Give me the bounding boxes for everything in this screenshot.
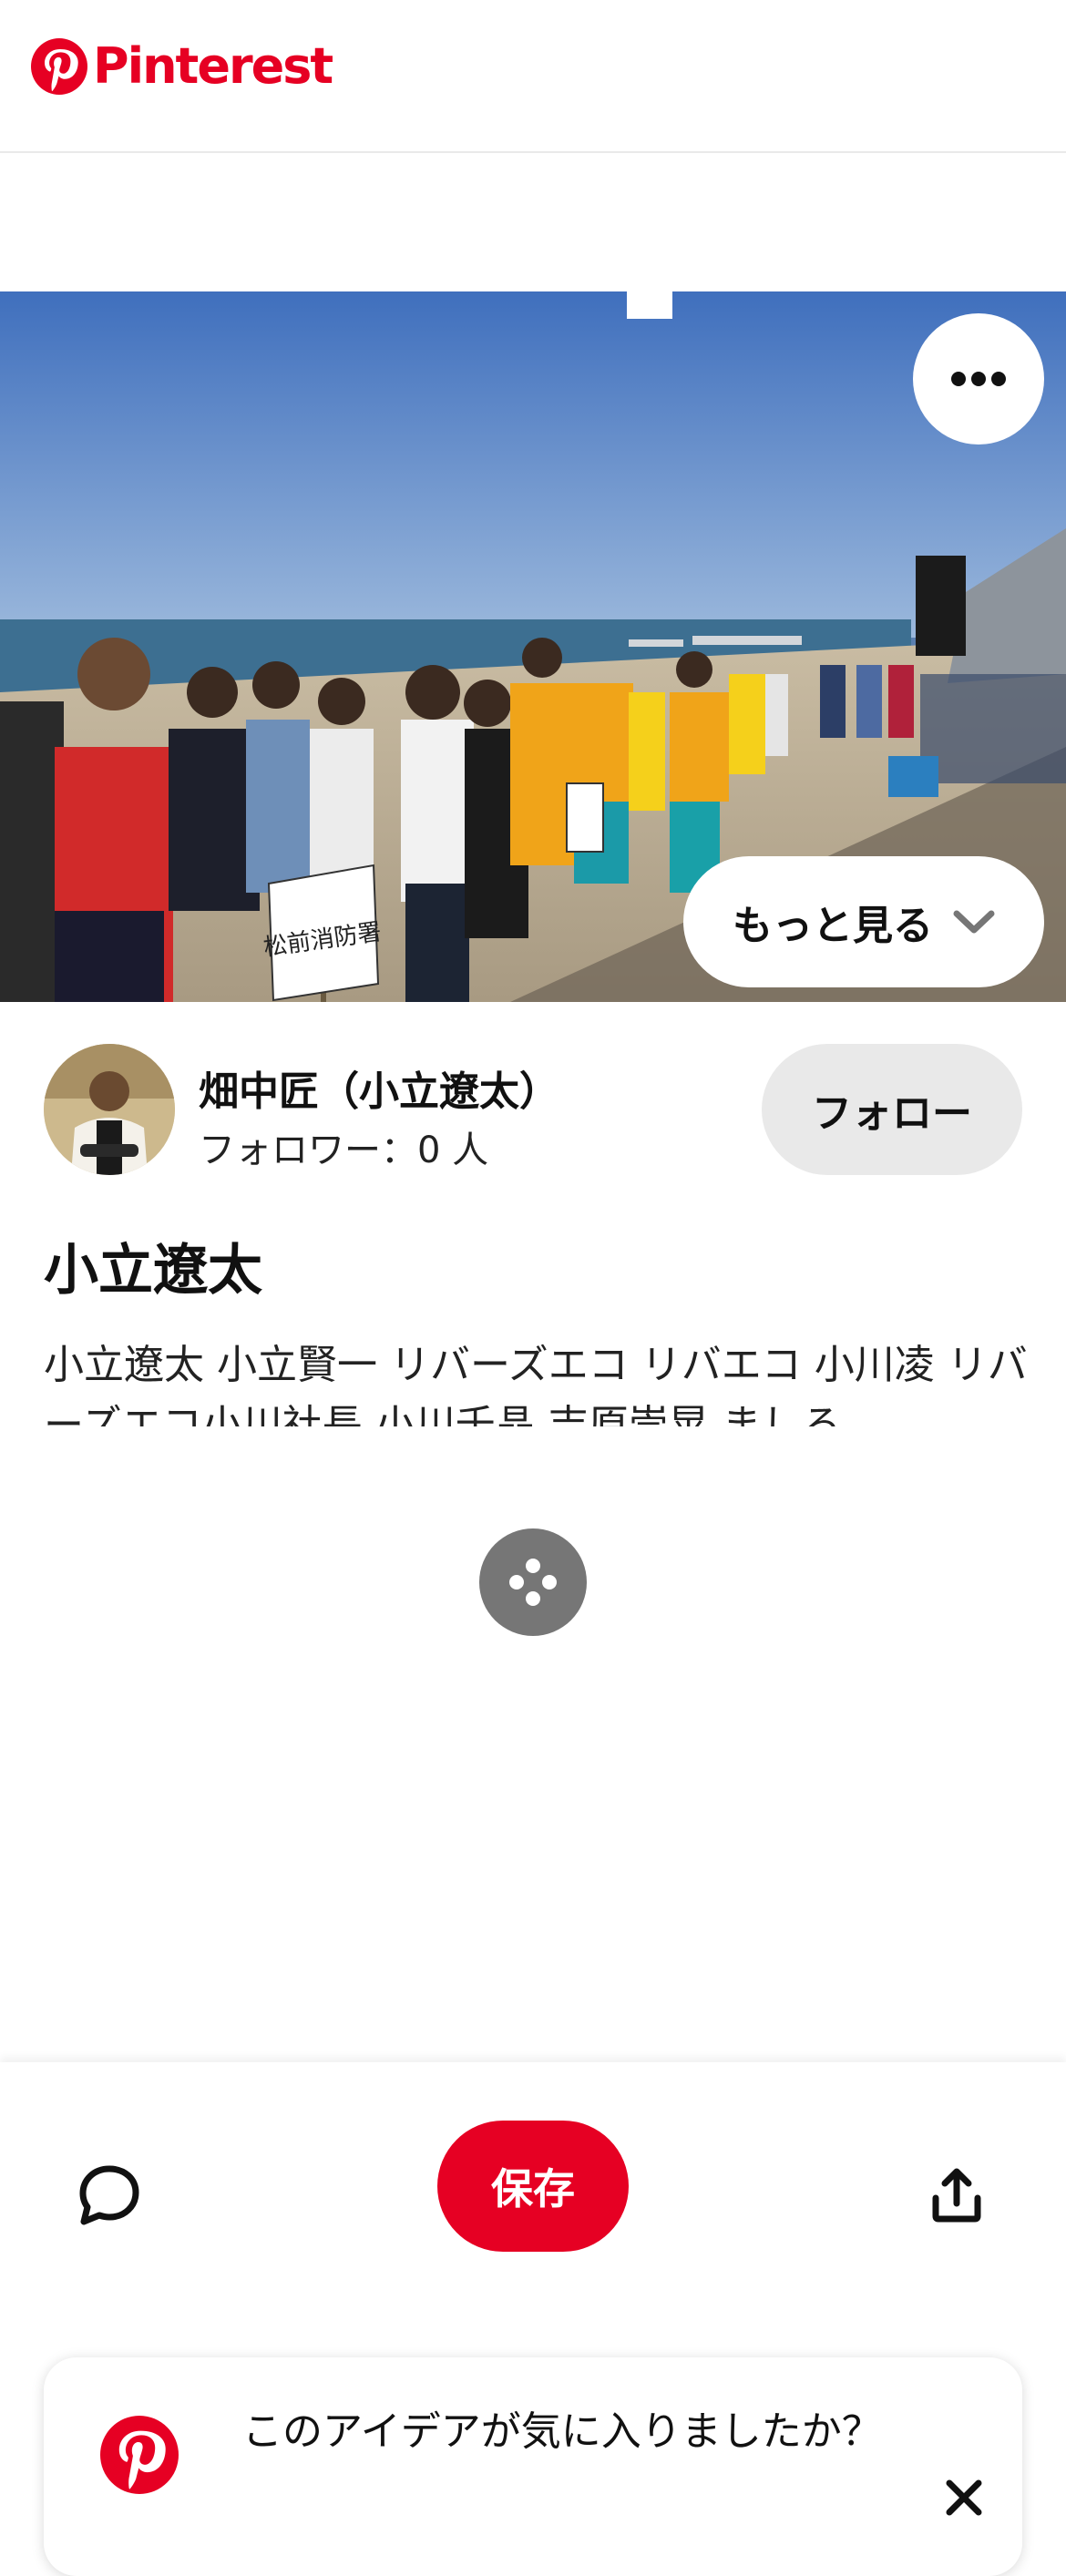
chevron-down-icon [953,910,995,934]
share-button[interactable] [911,2150,1002,2241]
brand-name: Pinterest [93,37,333,95]
loading-spinner [479,1528,587,1636]
pinterest-logo-icon [31,38,87,95]
pinterest-logo-icon [100,2416,179,2494]
creator-avatar[interactable] [44,1044,175,1175]
close-icon [946,2479,982,2516]
pin-image[interactable]: 松前消防署 もっと見る [0,291,1066,1002]
close-button[interactable] [937,2470,991,2525]
pinterest-logo[interactable]: Pinterest [31,37,333,95]
see-more-button[interactable]: もっと見る [683,856,1044,987]
more-options-button[interactable] [913,313,1044,445]
creator-row: 畑中匠（小立遼太） フォロワー：0 人 フォロー [44,1044,1022,1175]
comment-icon [79,2165,139,2225]
follow-button[interactable]: フォロー [762,1044,1022,1175]
prompt-text: このアイデアが気に入りましたか？ [242,2408,882,2455]
save-button[interactable]: 保存 [437,2121,629,2252]
loading-dots-icon [509,1559,557,1606]
share-icon [932,2168,981,2223]
like-idea-prompt: このアイデアが気に入りましたか？ [44,2357,1022,2576]
comment-button[interactable] [64,2150,155,2241]
follower-count: フォロワー：0 人 [199,1130,489,1171]
creator-name[interactable]: 畑中匠（小立遼太） [199,1058,559,1117]
pin-title: 小立遼太 [44,1239,262,1303]
see-more-label: もっと見る [733,903,933,949]
top-header: Pinterest [0,0,1066,153]
avatar-image [44,1044,175,1175]
pin-description: 小立遼太 小立賢一 リバーズエコ リバエコ 小川凌 リバーズエコ小川社長 小川千… [44,1342,1028,1426]
bottom-action-bar: 保存 このアイデアが気に入りましたか？ [0,2062,1066,2576]
ellipsis-icon [951,372,1006,386]
